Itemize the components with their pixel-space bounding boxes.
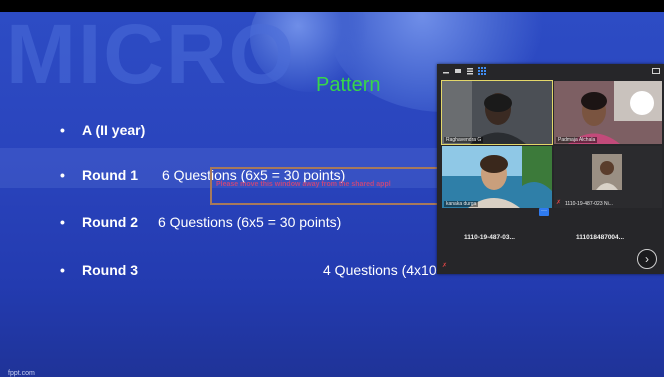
bullet-intro-text: A (II year)	[82, 122, 146, 138]
bullet-dot: •	[60, 167, 65, 183]
round-1-label: Round 1	[82, 167, 138, 183]
bullet-round-1: • Round 1	[60, 167, 138, 183]
video-tile-raghavendra[interactable]: Raghavendra G	[441, 80, 553, 145]
participant-video	[554, 81, 662, 144]
participant-video	[442, 81, 552, 144]
expand-icon[interactable]	[652, 67, 660, 75]
slide-brand: fppt.com	[8, 370, 35, 377]
round-2-label: Round 2	[82, 214, 138, 230]
participant-name: kanaka durga	[444, 201, 479, 207]
slide-title: Pattern	[316, 74, 381, 96]
round-3-label: Round 3	[82, 262, 138, 278]
participant-photo	[592, 154, 622, 190]
top-black-bar	[0, 0, 664, 12]
grid-view-icon[interactable]	[454, 67, 462, 75]
mic-off-icon: ✗	[442, 263, 448, 269]
bullet-dot: •	[60, 122, 65, 138]
participant-name: Raghavendra G	[444, 137, 484, 143]
participant-tile-label[interactable]: 111018487004...	[576, 234, 624, 241]
participant-video	[442, 146, 552, 208]
participant-tile-label[interactable]: 1110-19-487-03...	[464, 234, 515, 241]
video-tile-padmaja[interactable]: Padmaja Alchala	[554, 81, 662, 144]
bullet-round-2: • Round 2	[60, 214, 138, 230]
share-warning-text: Please move this window away from the sh…	[216, 181, 391, 188]
speaker-view-icon[interactable]	[466, 67, 474, 75]
minimize-icon[interactable]	[442, 67, 450, 75]
bullet-round-3: • Round 3	[60, 262, 138, 278]
mic-off-icon: ✗	[556, 200, 562, 206]
participant-name: 1110-19-487-023 Ni...	[565, 201, 613, 207]
more-options-button[interactable]: ···	[539, 208, 549, 216]
bullet-intro: • A (II year)	[60, 122, 146, 138]
video-tile-kanaka[interactable]: kanaka durga	[442, 146, 552, 208]
slide-heading-micro: MICRO	[6, 12, 296, 101]
participant-name: Padmaja Alchala	[556, 137, 598, 143]
round-2-questions: 6 Questions (6x5 = 30 points)	[158, 214, 342, 230]
bullet-dot: •	[60, 262, 65, 278]
apps-icon[interactable]	[478, 67, 486, 75]
video-tile-1110-19-487-023[interactable]: ✗ 1110-19-487-023 Ni...	[554, 146, 662, 208]
chevron-right-icon[interactable]: ›	[637, 249, 657, 269]
bullet-dot: •	[60, 214, 65, 230]
round-3-questions: 4 Questions (4x10	[323, 262, 437, 278]
